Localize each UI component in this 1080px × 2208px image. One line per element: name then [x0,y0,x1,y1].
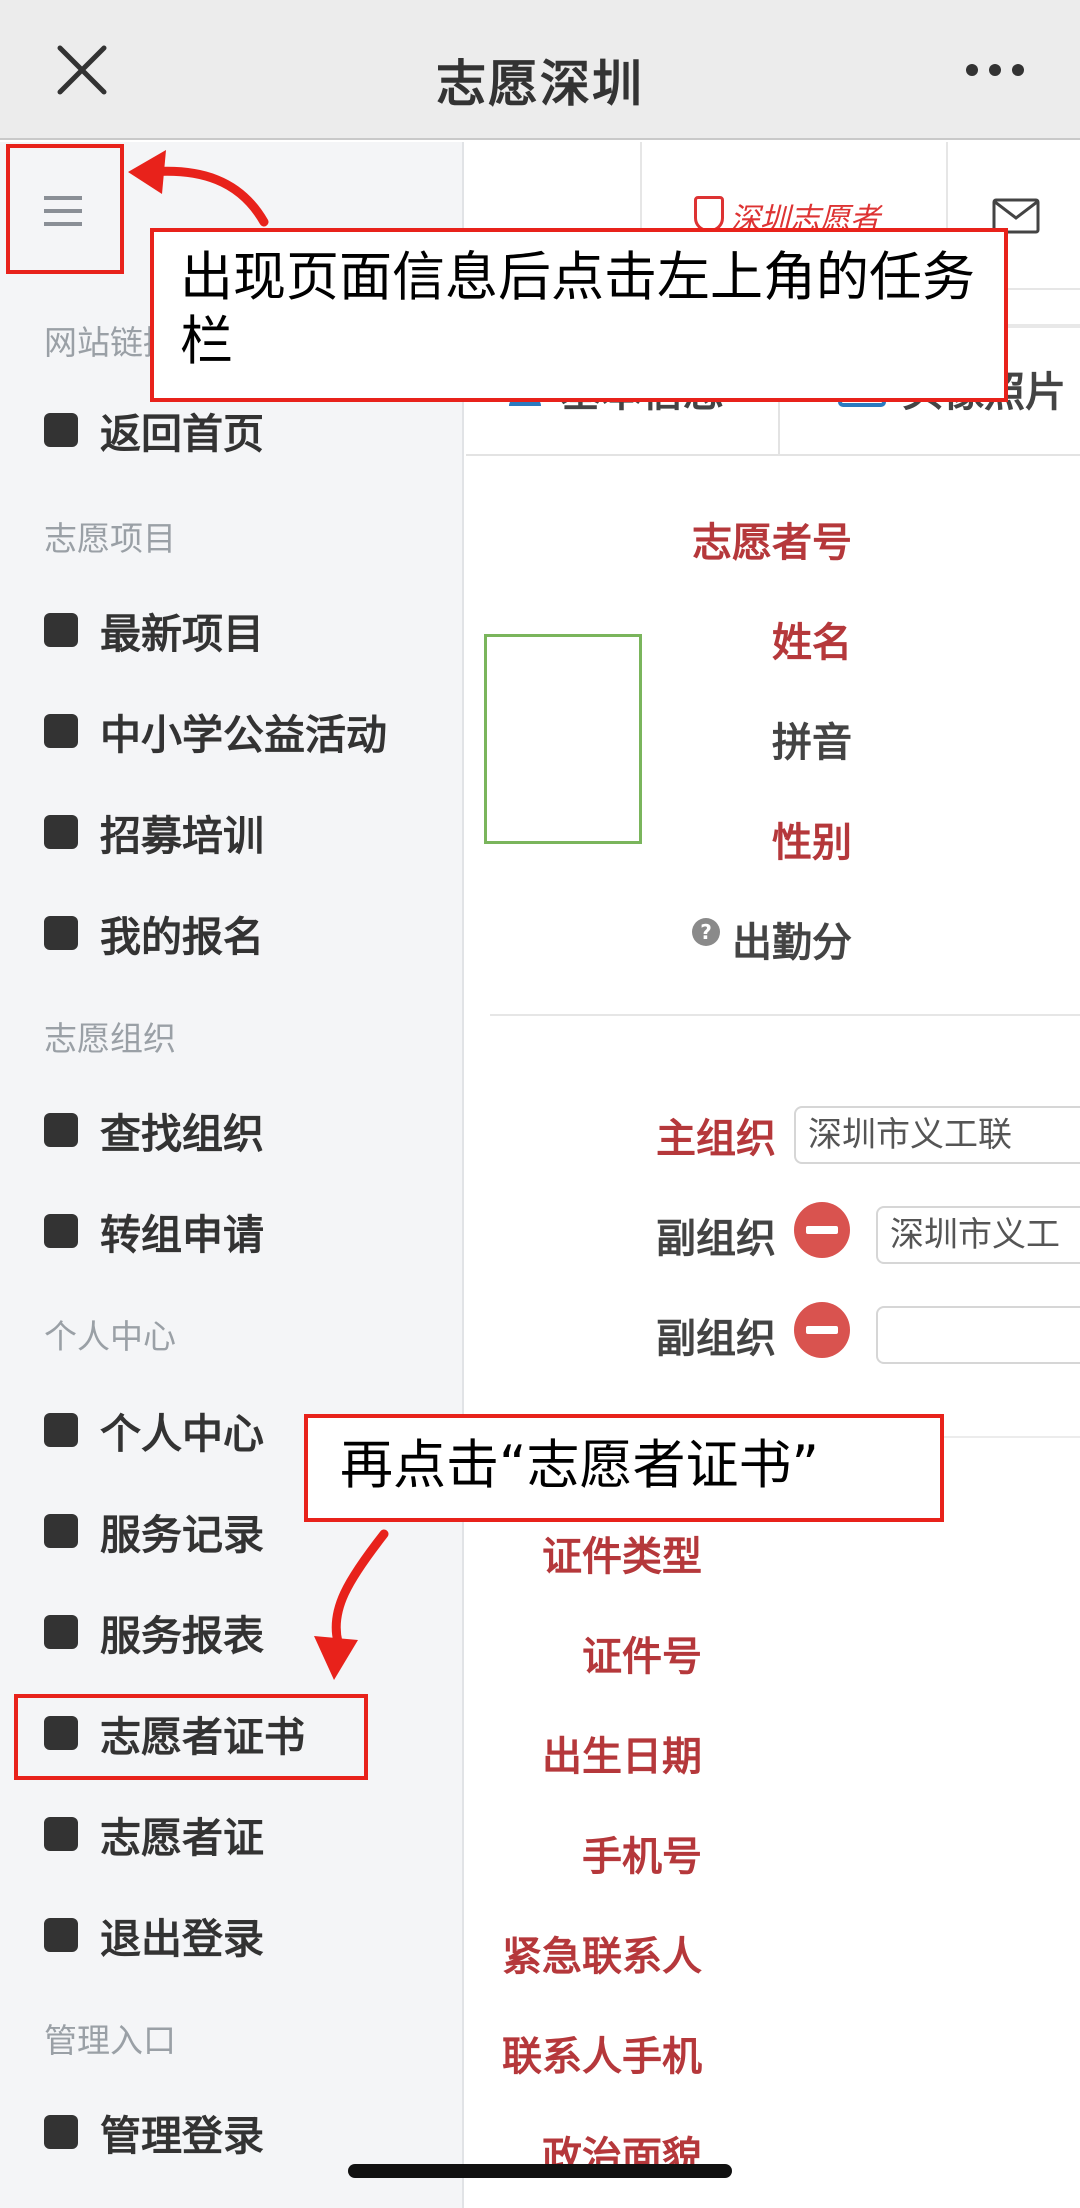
sidebar-item-home[interactable]: 返回首页 [44,398,444,462]
sidebar-item-label: 招募培训 [100,812,264,860]
label-gender: 性别 [772,820,852,866]
sidebar-item-latest-projects[interactable]: 最新项目 [44,598,444,662]
sidebar-section-projects: 志愿项目 [44,519,176,558]
sidebar-section-admin: 管理入口 [44,2021,176,2060]
help-icon[interactable]: ? [692,918,720,946]
bullet-icon [44,1413,78,1447]
sidebar-section-personal: 个人中心 [44,1317,176,1356]
sidebar-item-label: 志愿者证 [100,1814,264,1862]
section-divider [490,1014,1080,1016]
remove-sub-org-button[interactable] [794,1302,850,1358]
sidebar-item-label: 管理登录 [100,2112,264,2160]
bullet-icon [44,714,78,748]
label-birth-date: 出生日期 [542,1734,702,1780]
label-id-number: 证件号 [582,1634,702,1680]
bullet-icon [44,1918,78,1952]
shield-icon [694,196,724,232]
sidebar-item-recruit-training[interactable]: 招募培训 [44,800,444,864]
bullet-icon [44,916,78,950]
annotation-box-menu [6,144,124,274]
bullet-icon [44,1113,78,1147]
sidebar-item-label: 个人中心 [100,1410,264,1458]
bullet-icon [44,613,78,647]
top-bar: 志愿深圳 [0,0,1080,140]
sidebar-section-orgs: 志愿组织 [44,1019,176,1058]
label-main-org: 主组织 [656,1116,776,1162]
remove-sub-org-button[interactable] [794,1202,850,1258]
bullet-icon [44,815,78,849]
sidebar-item-label: 服务报表 [100,1612,264,1660]
label-pinyin: 拼音 [772,720,852,766]
label-volunteer-id: 志愿者号 [692,520,852,566]
label-sub-org-1: 副组织 [656,1216,776,1262]
main-panel: 深圳志愿者 基本信息 头像照片 志愿者号 姓名 拼音 性 [466,142,1080,2208]
sidebar-item-volunteer-card[interactable]: 志愿者证 [44,1802,444,1866]
annotation-callout-1: 出现页面信息后点击左上角的任务栏 [150,228,1008,402]
bullet-icon [44,2115,78,2149]
sub-org-2-select[interactable] [876,1306,1080,1364]
bullet-icon [44,413,78,447]
sidebar-item-label: 服务记录 [100,1511,264,1559]
sidebar-item-logout[interactable]: 退出登录 [44,1903,444,1967]
label-mobile: 手机号 [582,1834,702,1880]
sidebar-item-label: 我的报名 [100,913,264,961]
label-contact-mobile: 联系人手机 [502,2034,702,2080]
sidebar-item-label: 最新项目 [100,610,264,658]
home-indicator[interactable] [348,2164,732,2178]
label-name: 姓名 [772,620,852,666]
more-options-icon[interactable] [960,40,1030,100]
label-emergency-contact: 紧急联系人 [502,1934,702,1980]
sidebar-item-school-activities[interactable]: 中小学公益活动 [44,699,444,763]
label-sub-org-2: 副组织 [656,1316,776,1362]
annotation-box-certificate [14,1694,368,1780]
sidebar-item-label: 退出登录 [100,1915,264,1963]
main-org-select[interactable]: 深圳市义工联 [794,1106,1080,1164]
avatar-placeholder [484,634,642,844]
sidebar-item-label: 返回首页 [100,410,264,458]
sidebar-item-label: 查找组织 [100,1110,264,1158]
sidebar-item-label: 中小学公益活动 [100,711,387,759]
sidebar-item-transfer-org[interactable]: 转组申请 [44,1199,444,1263]
sidebar-item-service-reports[interactable]: 服务报表 [44,1600,444,1664]
bullet-icon [44,1514,78,1548]
sidebar-item-find-org[interactable]: 查找组织 [44,1098,444,1162]
bullet-icon [44,1615,78,1649]
label-attendance-score: 出勤分 [732,920,852,966]
sidebar-item-my-signups[interactable]: 我的报名 [44,901,444,965]
annotation-callout-2: 再点击“志愿者证书” [304,1414,944,1522]
label-id-type: 证件类型 [542,1534,702,1580]
sub-org-1-select[interactable]: 深圳市义工 [876,1206,1080,1264]
bullet-icon [44,1817,78,1851]
sidebar-item-admin-login[interactable]: 管理登录 [44,2100,444,2164]
bullet-icon [44,1214,78,1248]
app-title: 志愿深圳 [436,55,644,113]
sidebar-item-label: 转组申请 [100,1211,264,1259]
